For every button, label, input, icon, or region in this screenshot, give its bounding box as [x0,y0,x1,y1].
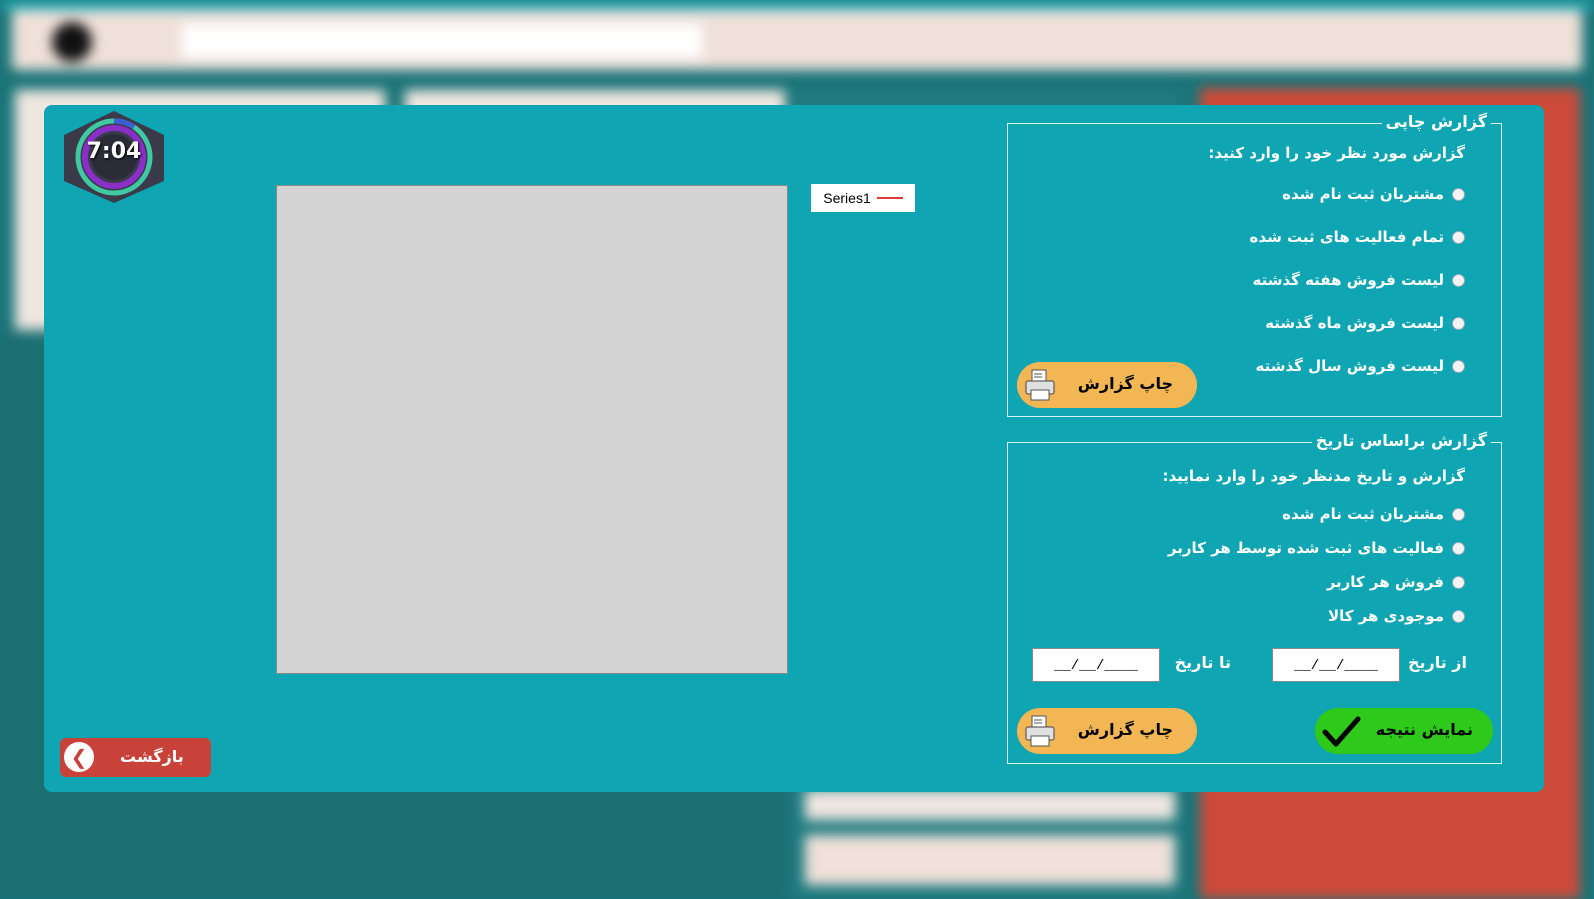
chevron-left-icon: ❮ [64,742,94,772]
print-option-registered-customers[interactable]: مشتریان ثبت نام شده [1282,185,1465,203]
radio-button[interactable] [1452,609,1465,623]
timer-badge: 7:04 [60,109,168,205]
legend-series-label: Series1 [823,190,871,206]
reports-dialog: 7:04 Series1 ❮ بازگشت گزارش چاپی گزارش م… [44,105,1544,792]
date-option-label: مشتریان ثبت نام شده [1282,505,1444,523]
print-report-group: گزارش چاپی گزارش مورد نظر خود را وارد کن… [1007,112,1502,417]
radio-button[interactable] [1452,230,1465,244]
print-report-button-label: چاپ گزارش [1077,374,1173,393]
timer-text: 7:04 [86,139,142,164]
date-option-user-activities[interactable]: فعالیت های ثبت شده توسط هر کاربر [1168,539,1465,557]
background-search-bar [182,24,702,58]
background-strip [0,0,1594,10]
print-option-label: لیست فروش هفته گذشته [1252,271,1444,289]
background-bar [805,790,1175,820]
background-logo [52,22,92,62]
chart-legend: Series1 [811,184,915,212]
radio-button[interactable] [1452,273,1465,287]
date-report-prompt: گزارش و تاریخ مدنظر خود را وارد نمایید: [1162,467,1465,485]
radio-button[interactable] [1452,316,1465,330]
back-button-label: بازگشت [120,747,184,766]
radio-button[interactable] [1452,187,1465,201]
background-topbar [12,10,1582,70]
checkmark-icon [1322,716,1361,747]
printer-icon [1025,715,1055,747]
to-date-label: تا تاریخ [1174,653,1231,672]
date-report-title: گزارش براساس تاریخ [1311,431,1491,450]
date-option-registered-customers[interactable]: مشتریان ثبت نام شده [1282,505,1465,523]
date-option-label: فعالیت های ثبت شده توسط هر کاربر [1167,539,1444,557]
legend-series-swatch [876,197,903,199]
date-print-report-button[interactable]: چاپ گزارش [1017,708,1197,754]
radio-button[interactable] [1452,507,1465,521]
date-option-product-stock[interactable]: موجودی هر کالا [1328,607,1465,625]
date-report-group: گزارش براساس تاریخ گزارش و تاریخ مدنظر خ… [1007,431,1502,764]
back-button[interactable]: ❮ بازگشت [60,738,211,777]
date-option-user-sales[interactable]: فروش هر کاربر [1327,573,1465,591]
from-date-field[interactable]: __/__/____ [1272,648,1400,682]
date-option-label: فروش هر کاربر [1326,573,1444,591]
printer-icon [1025,369,1055,401]
from-date-label: از تاریخ [1407,653,1467,672]
print-option-last-month-sales[interactable]: لیست فروش ماه گذشته [1265,314,1465,332]
show-result-button[interactable]: نمایش نتیجه [1315,708,1493,754]
print-option-label: لیست فروش سال گذشته [1255,357,1445,375]
print-option-label: تمام فعالیت های ثبت شده [1249,228,1444,246]
to-date-field[interactable]: __/__/____ [1032,648,1160,682]
show-result-button-label: نمایش نتیجه [1375,720,1473,739]
radio-button[interactable] [1452,359,1465,373]
chart-svg [277,186,787,673]
date-print-report-button-label: چاپ گزارش [1077,720,1173,739]
print-report-title: گزارش چاپی [1381,112,1491,131]
background-bar [805,835,1175,885]
radio-button[interactable] [1452,541,1465,555]
chart-plot-area [276,185,788,674]
date-option-label: موجودی هر کالا [1327,607,1444,625]
print-option-label: لیست فروش ماه گذشته [1265,314,1444,332]
print-option-label: مشتریان ثبت نام شده [1282,185,1444,203]
radio-button[interactable] [1452,575,1465,589]
print-report-button[interactable]: چاپ گزارش [1017,362,1197,408]
print-option-last-year-sales[interactable]: لیست فروش سال گذشته [1255,357,1465,375]
print-option-all-activities[interactable]: تمام فعالیت های ثبت شده [1250,228,1465,246]
print-report-prompt: گزارش مورد نظر خود را وارد کنید: [1208,144,1465,162]
print-option-last-week-sales[interactable]: لیست فروش هفته گذشته [1252,271,1465,289]
